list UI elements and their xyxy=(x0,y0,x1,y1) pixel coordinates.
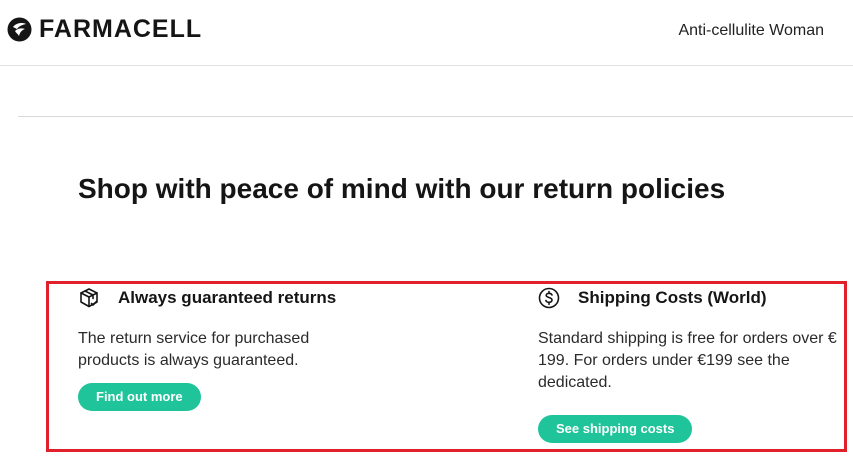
site-header: FARMACELL Anti-cellulite Woman xyxy=(0,0,853,66)
find-out-more-button[interactable]: Find out more xyxy=(78,383,201,411)
feature-description: The return service for purchased product… xyxy=(78,330,310,369)
nav-link-anti-cellulite-woman[interactable]: Anti-cellulite Woman xyxy=(678,21,824,41)
feature-header: Shipping Costs (World) xyxy=(538,286,850,310)
brand-logo[interactable]: FARMACELL xyxy=(7,14,202,44)
brand-name: FARMACELL xyxy=(39,15,203,43)
feature-title: Shipping Costs (World) xyxy=(578,288,767,307)
section-title: Shop with peace of mind with our return … xyxy=(78,173,726,204)
see-shipping-costs-button[interactable]: See shipping costs xyxy=(538,415,693,443)
dollar-circle-icon xyxy=(538,287,560,309)
feature-returns: Always guaranteed returns The return ser… xyxy=(78,286,378,411)
feature-shipping: Shipping Costs (World) Standard shipping… xyxy=(538,286,850,443)
package-icon xyxy=(78,287,100,309)
feature-description: Standard shipping is free for orders ove… xyxy=(538,330,837,391)
section-divider xyxy=(18,116,853,117)
feature-title: Always guaranteed returns xyxy=(118,288,337,307)
farmacell-logo-icon xyxy=(7,17,32,42)
feature-header: Always guaranteed returns xyxy=(78,286,378,310)
